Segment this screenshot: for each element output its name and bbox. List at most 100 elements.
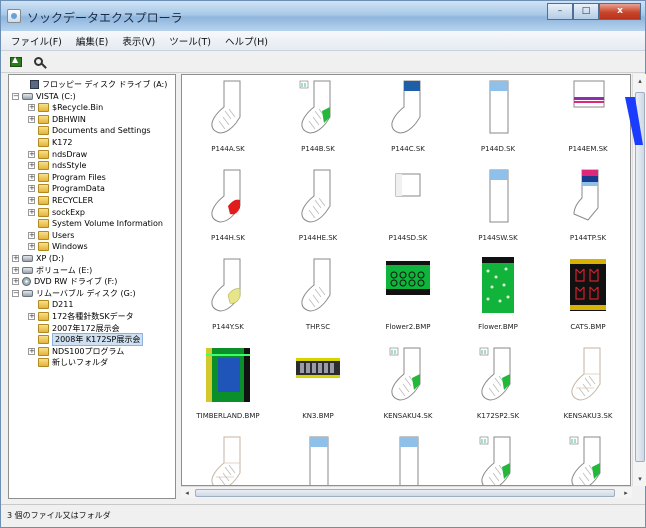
tree-item[interactable]: + ndsDraw	[28, 149, 87, 160]
folder-icon	[38, 114, 49, 124]
tree-item-label: RECYCLER	[52, 196, 94, 205]
tree-item[interactable]: + Windows	[28, 241, 88, 252]
tree-item[interactable]: − リムーバブル ディスク (G:)	[12, 288, 136, 299]
drive-icon	[22, 266, 33, 274]
file-thumbnail[interactable]: Flower2.BMP	[372, 255, 444, 340]
file-thumbnail[interactable]	[282, 433, 354, 485]
file-thumbnail[interactable]	[462, 433, 534, 485]
horizontal-scroll-thumb[interactable]	[195, 489, 615, 497]
tree-item[interactable]: + DVD RW ドライブ (F:)	[12, 276, 117, 287]
file-thumbnail[interactable]: KENSAKU3.SK	[552, 344, 624, 429]
thumbnail-view[interactable]: P144A.SK P144B.SK P144C.SK P144D.SK P144EM.S…	[181, 74, 631, 486]
bmp-black-cats-image	[570, 259, 606, 311]
app-icon	[7, 9, 21, 23]
tree-item[interactable]: + ndsStyle	[28, 160, 86, 171]
file-thumbnail[interactable]: P144C.SK	[372, 77, 444, 162]
tree-expander-icon[interactable]: −	[12, 92, 19, 100]
tree-expander-icon[interactable]: +	[28, 104, 35, 112]
scroll-down-arrow[interactable]: ▾	[634, 472, 646, 486]
tree-item-label: 172各種針数SKデータ	[52, 312, 134, 321]
tree-expander-icon[interactable]: −	[12, 289, 19, 297]
file-thumbnail[interactable]: Flower.BMP	[462, 255, 534, 340]
tree-item[interactable]: K172	[28, 137, 73, 148]
thumbnail-image	[384, 433, 432, 485]
tree-expander-icon[interactable]: +	[28, 162, 35, 170]
tree-expander-icon[interactable]: +	[28, 197, 35, 204]
up-folder-button[interactable]	[7, 54, 25, 70]
file-thumbnail[interactable]: P144SD.SK	[372, 166, 444, 251]
tree-item[interactable]: Documents and Settings	[28, 125, 151, 136]
file-thumbnail[interactable]: KN3.BMP	[282, 344, 354, 429]
file-thumbnail[interactable]: P144Y.SK	[192, 255, 264, 340]
file-thumbnail[interactable]	[192, 433, 264, 485]
tree-item[interactable]: + $Recycle.Bin	[28, 102, 103, 113]
menu-edit[interactable]: 編集(E)	[76, 34, 108, 48]
menu-view[interactable]: 表示(V)	[122, 34, 155, 48]
tree-item[interactable]: + ProgramData	[28, 183, 105, 194]
file-thumbnail[interactable]: KENSAKU4.SK	[372, 344, 444, 429]
menu-tools[interactable]: ツール(T)	[169, 34, 211, 48]
tree-item[interactable]: + Program Files	[28, 172, 106, 183]
file-thumbnail[interactable]: TIMBERLAND.BMP	[192, 344, 264, 429]
file-thumbnail[interactable]: THP.SC	[282, 255, 354, 340]
tree-item[interactable]: + RECYCLER	[28, 195, 93, 206]
tree-expander-icon[interactable]: +	[28, 150, 35, 158]
tree-item[interactable]: + NDS100プログラム	[28, 346, 124, 357]
tree-expander-icon[interactable]: +	[28, 313, 35, 320]
file-thumbnail[interactable]: CATS.BMP	[552, 255, 624, 340]
maximize-button[interactable]: □	[573, 3, 599, 20]
tree-item[interactable]: + Users	[28, 230, 74, 241]
minimize-button[interactable]: –	[547, 3, 573, 20]
menu-help[interactable]: ヘルプ(H)	[225, 34, 268, 48]
tree-item[interactable]: フロッピー ディスク ドライブ (A:)	[20, 79, 167, 90]
close-button[interactable]: x	[599, 3, 641, 20]
file-thumbnail[interactable]: K172SP2.SK	[462, 344, 534, 429]
file-thumbnail[interactable]	[372, 433, 444, 485]
tree-item[interactable]: + sockExp	[28, 207, 85, 218]
tree-expander-icon[interactable]: +	[28, 115, 35, 123]
file-thumbnail[interactable]: P144TP.SK	[552, 166, 624, 251]
tree-item[interactable]: +172各種針数SKデータ	[28, 311, 134, 322]
tree-expander-icon[interactable]: +	[12, 255, 19, 262]
tree-item[interactable]: − VISTA (C:)	[12, 91, 76, 102]
thumbnail-image	[384, 77, 432, 139]
scroll-up-arrow[interactable]: ▴	[634, 74, 646, 88]
file-thumbnail[interactable]: P144SW.SK	[462, 166, 534, 251]
tree-item[interactable]: + ボリューム (E:)	[12, 265, 92, 276]
search-button[interactable]	[29, 54, 47, 70]
tree-expander-icon[interactable]: +	[28, 231, 35, 239]
file-thumbnail[interactable]: P144A.SK	[192, 77, 264, 162]
title-bar[interactable]: ソックデータエクスプローラ – □ x	[1, 1, 645, 31]
file-name-label: P144H.SK	[211, 234, 245, 242]
tree-item[interactable]: 2008年 K172SP展示会	[28, 333, 144, 347]
tree-expander-icon[interactable]: +	[28, 243, 35, 251]
file-thumbnail[interactable]	[552, 433, 624, 485]
file-thumbnail[interactable]: P144B.SK	[282, 77, 354, 162]
tree-item[interactable]: System Volume Information	[28, 218, 163, 229]
tree-item-label: K172	[52, 138, 73, 147]
tree-expander-icon[interactable]: +	[28, 173, 35, 181]
tree-expander-icon[interactable]: +	[28, 347, 35, 355]
tree-expander-icon[interactable]: +	[28, 208, 35, 216]
tree-expander-icon[interactable]: +	[12, 266, 19, 274]
thumbnail-image	[474, 433, 522, 485]
tree-expander-icon[interactable]: +	[28, 185, 35, 193]
file-thumbnail[interactable]: P144H.SK	[192, 166, 264, 251]
window-title: ソックデータエクスプローラ	[27, 11, 183, 25]
tree-item[interactable]: D211	[28, 299, 73, 310]
file-thumbnail[interactable]: P144EM.SK	[552, 77, 624, 162]
horizontal-scrollbar[interactable]: ◂ ▸	[181, 486, 632, 498]
sock-green-toe-image	[569, 436, 601, 485]
scroll-left-arrow[interactable]: ◂	[181, 487, 193, 499]
tree-item[interactable]: + DBHWIN	[28, 114, 86, 125]
folder-tree[interactable]: フロッピー ディスク ドライブ (A:) − VISTA (C:) + $Recycle…	[8, 74, 176, 499]
menu-file[interactable]: ファイル(F)	[11, 34, 62, 48]
tree-item[interactable]: + XP (D:)	[12, 253, 64, 264]
tree-item[interactable]: 2007年172展示会	[28, 323, 120, 334]
file-thumbnail[interactable]: P144HE.SK	[282, 166, 354, 251]
tree-expander-icon[interactable]: +	[12, 278, 19, 286]
tree-item-label: ndsDraw	[52, 149, 88, 159]
tree-item[interactable]: 新しいフォルダ	[28, 357, 108, 368]
file-thumbnail[interactable]: P144D.SK	[462, 77, 534, 162]
scroll-right-arrow[interactable]: ▸	[620, 487, 632, 499]
